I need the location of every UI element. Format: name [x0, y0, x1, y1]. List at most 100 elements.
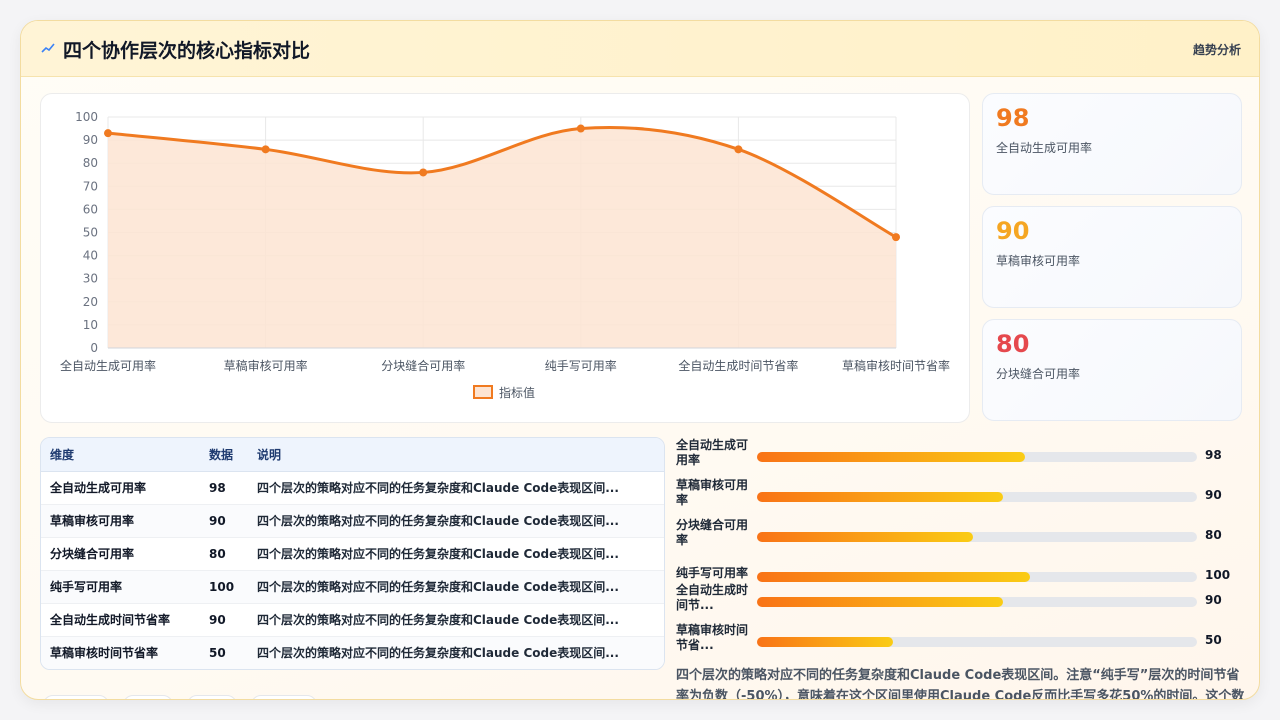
progress-fill [757, 492, 1004, 502]
progress-fill [757, 637, 894, 647]
data-point [734, 145, 743, 154]
cell-dimension: 分块缝合可用率 [50, 547, 135, 561]
table-row: 草稿审核时间节省率 50 四个层次的策略对应不同的任务复杂度和Claude Co… [41, 636, 664, 669]
table-header-row: 维度 数据 说明 [41, 438, 664, 472]
kpi-value: 80 [996, 330, 1030, 358]
y-tick-label: 30 [83, 272, 98, 286]
area-chart: 0 10 20 30 40 50 60 70 80 90 100 全自动生成可用率 草稿审核可用率 分块缝… [40, 93, 970, 423]
data-point [576, 124, 585, 133]
cell-description: 四个层次的策略对应不同的任务复杂度和Claude Code表现区间... [257, 613, 619, 627]
progress-fill [757, 452, 1026, 462]
cell-description: 四个层次的策略对应不同的任务复杂度和Claude Code表现区间... [257, 481, 619, 495]
data-point [419, 168, 428, 177]
cell-dimension: 草稿审核时间节省率 [50, 646, 159, 660]
progress-track [757, 452, 1197, 462]
progress-label: 草稿审核可用率 [676, 478, 749, 507]
progress-value: 50 [1205, 633, 1222, 647]
table-row: 纯手写可用率 100 四个层次的策略对应不同的任务复杂度和Claude Code… [41, 570, 664, 603]
y-tick-label: 10 [83, 318, 98, 332]
y-tick-label: 0 [90, 341, 98, 355]
table-row: 全自动生成可用率 98 四个层次的策略对应不同的任务复杂度和Claude Cod… [41, 471, 664, 504]
trend-icon [41, 41, 55, 57]
progress-label: 分块缝合可用率 [676, 518, 749, 547]
header-dimension: 维度 [41, 438, 200, 472]
progress-label: 草稿审核时间节省... [676, 623, 749, 652]
cell-description: 四个层次的策略对应不同的任务复杂度和Claude Code表现区间... [257, 547, 619, 561]
data-table: 维度 数据 说明 全自动生成可用率 98 四个层次的策略对应不同的任务复杂度和C… [40, 437, 665, 670]
y-tick-label: 90 [83, 133, 98, 147]
cell-dimension: 草稿审核可用率 [50, 514, 135, 528]
progress-value: 90 [1205, 593, 1222, 607]
summary-note: 四个层次的策略对应不同的任务复杂度和Claude Code表现区间。注意“纯手写… [676, 668, 1245, 700]
kpi-label: 全自动生成可用率 [996, 141, 1093, 155]
x-tick-label: 全自动生成时间节省率 [678, 358, 798, 373]
trend-analysis-tag[interactable]: 趋势分析 [1193, 41, 1241, 58]
filter-pill[interactable] [251, 695, 317, 699]
kpi-label: 草稿审核可用率 [996, 254, 1081, 268]
filter-pill[interactable] [123, 695, 173, 699]
header-description: 说明 [248, 438, 664, 472]
chart-svg: 0 10 20 30 40 50 60 70 80 90 100 全自动生成可用率 草稿审核可用率 分块缝… [60, 110, 950, 400]
x-tick-label: 分块缝合可用率 [381, 358, 465, 373]
cell-value: 90 [209, 612, 226, 627]
table-row: 草稿审核可用率 90 四个层次的策略对应不同的任务复杂度和Claude Code… [41, 504, 664, 537]
kpi-value: 98 [996, 104, 1030, 132]
cell-dimension: 全自动生成可用率 [50, 481, 147, 495]
x-tick-label: 全自动生成可用率 [60, 358, 156, 373]
dashboard-card: 四个协作层次的核心指标对比 趋势分析 0 10 20 30 40 50 60 70 80 90 10… [20, 20, 1260, 700]
cell-dimension: 纯手写可用率 [50, 580, 123, 594]
filter-pill[interactable] [43, 695, 109, 699]
cell-description: 四个层次的策略对应不同的任务复杂度和Claude Code表现区间... [257, 646, 619, 660]
kpi-value: 90 [996, 217, 1030, 245]
kpi-label: 分块缝合可用率 [996, 367, 1081, 381]
y-tick-label: 100 [75, 110, 98, 124]
legend-swatch [473, 385, 493, 399]
filter-pill[interactable] [187, 695, 237, 699]
cell-value: 98 [209, 480, 226, 495]
progress-label: 纯手写可用率 [676, 566, 749, 580]
cell-value: 100 [209, 579, 235, 594]
progress-value: 98 [1205, 448, 1222, 462]
progress-value: 90 [1205, 488, 1222, 502]
page-title: 四个协作层次的核心指标对比 [63, 40, 311, 62]
header-value: 数据 [200, 438, 248, 472]
progress-bar-list: 全自动生成可用率 98 草稿审核可用率 90 分块缝合可用率 80 纯手写可用率 10… [676, 437, 1246, 667]
progress-track [757, 637, 1197, 647]
progress-value: 100 [1205, 568, 1231, 582]
cell-dimension: 全自动生成时间节省率 [50, 613, 171, 627]
progress-label: 全自动生成时间节... [676, 583, 749, 612]
cell-value: 50 [209, 645, 226, 660]
table-row: 全自动生成时间节省率 90 四个层次的策略对应不同的任务复杂度和Claude C… [41, 603, 664, 636]
card-header: 四个协作层次的核心指标对比 趋势分析 [21, 21, 1259, 77]
x-tick-label: 草稿审核可用率 [224, 358, 308, 373]
progress-track [757, 492, 1197, 502]
progress-fill [757, 572, 1030, 582]
progress-label: 全自动生成可用率 [676, 438, 749, 467]
data-point [892, 233, 900, 242]
y-tick-label: 40 [83, 249, 98, 263]
kpi-card: 80 分块缝合可用率 [982, 319, 1242, 421]
progress-track [757, 597, 1197, 607]
progress-track [757, 572, 1197, 582]
cell-value: 80 [209, 546, 226, 561]
legend-label: 指标值 [499, 385, 535, 400]
table-row: 分块缝合可用率 80 四个层次的策略对应不同的任务复杂度和Claude Code… [41, 537, 664, 570]
y-tick-label: 60 [83, 202, 98, 216]
progress-track [757, 532, 1197, 542]
data-point [104, 129, 112, 138]
y-tick-label: 50 [83, 226, 98, 240]
kpi-card: 98 全自动生成可用率 [982, 93, 1242, 195]
progress-fill [757, 532, 973, 542]
x-tick-label: 纯手写可用率 [545, 358, 617, 373]
progress-fill [757, 597, 1004, 607]
data-point [261, 145, 270, 154]
kpi-card: 90 草稿审核可用率 [982, 206, 1242, 308]
y-tick-label: 70 [83, 179, 98, 193]
y-tick-label: 20 [83, 295, 98, 309]
cell-description: 四个层次的策略对应不同的任务复杂度和Claude Code表现区间... [257, 580, 619, 594]
cell-value: 90 [209, 513, 226, 528]
y-tick-label: 80 [83, 156, 98, 170]
series-area [108, 127, 896, 348]
cell-description: 四个层次的策略对应不同的任务复杂度和Claude Code表现区间... [257, 514, 619, 528]
progress-value: 80 [1205, 528, 1222, 542]
